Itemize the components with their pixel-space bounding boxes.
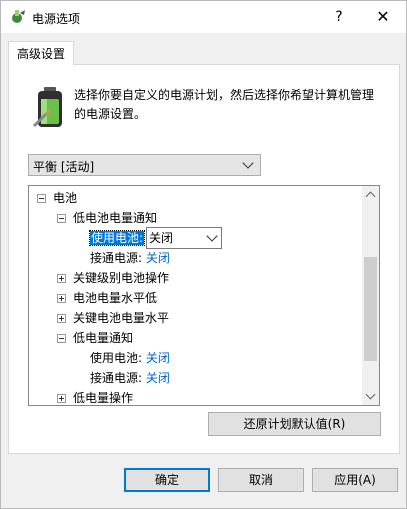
tab-advanced-settings[interactable]: 高级设置: [8, 41, 74, 66]
scroll-up-button[interactable]: [362, 186, 379, 203]
collapse-icon[interactable]: [57, 334, 66, 343]
window-title: 电源选项: [32, 12, 81, 26]
tree-label: 电池电量水平低: [73, 291, 158, 305]
tree-node-low-power-action[interactable]: 低电量操作: [57, 388, 134, 405]
tree-node-battery[interactable]: 电池: [37, 188, 77, 208]
on-battery-select[interactable]: 关闭: [146, 227, 222, 249]
expand-icon[interactable]: [57, 314, 66, 323]
tree-label: 低电池电量通知: [73, 211, 158, 225]
expand-icon[interactable]: [57, 394, 66, 403]
setting-value-link[interactable]: 关闭: [146, 371, 170, 385]
scroll-thumb[interactable]: [364, 257, 377, 361]
tree-label: 低电量通知: [73, 331, 134, 345]
close-button[interactable]: ✕: [361, 1, 405, 33]
setting-label: 接通电源:: [90, 371, 143, 385]
tree-label: 关键级别电池操作: [73, 271, 170, 285]
description-text: 选择你要自定义的电源计划，然后选择你希望计算机管理的电源设置。: [74, 88, 375, 121]
expand-icon[interactable]: [57, 294, 66, 303]
chevron-down-icon: [206, 230, 218, 242]
on-battery-select-value: 关闭: [149, 231, 174, 245]
help-button[interactable]: ?: [317, 1, 361, 33]
scroll-down-button[interactable]: [362, 388, 379, 405]
setting-value-link[interactable]: 关闭: [146, 351, 170, 365]
ok-button[interactable]: 确定: [124, 468, 210, 492]
battery-icon: [33, 87, 62, 127]
power-plan-select[interactable]: 平衡 [活动]: [28, 154, 261, 176]
tree-label: 电池: [53, 191, 78, 205]
tree-label: 关键电池电量水平: [73, 311, 170, 325]
tree-node-low-power-notification[interactable]: 低电量通知: [57, 328, 133, 348]
chevron-down-icon: [242, 157, 254, 169]
tree-node-critical-battery-level[interactable]: 关键电池电量水平: [57, 308, 169, 328]
cancel-button[interactable]: 取消: [218, 468, 304, 492]
advanced-settings-panel: 选择你要自定义的电源计划，然后选择你希望计算机管理的电源设置。 平衡 [活动] …: [8, 64, 400, 454]
tree-label: 低电量操作: [73, 391, 134, 405]
tree-setting-plugged-in-2[interactable]: 接通电源: 关闭: [90, 368, 170, 388]
power-plan-value: 平衡 [活动]: [33, 160, 95, 174]
setting-label: 使用电池:: [90, 351, 143, 365]
title-bar: 电源选项 ? ✕: [1, 1, 406, 33]
setting-label-selected: 使用电池:: [88, 230, 146, 246]
collapse-icon[interactable]: [37, 194, 46, 203]
tree-node-low-battery-notification[interactable]: 低电池电量通知: [57, 208, 157, 228]
expand-icon[interactable]: [57, 274, 66, 283]
apply-button[interactable]: 应用(A): [312, 468, 398, 492]
chevron-up-icon: [365, 191, 376, 202]
power-options-icon: [12, 10, 25, 23]
chevron-down-icon: [365, 389, 376, 400]
tree-setting-on-battery-2[interactable]: 使用电池: 关闭: [90, 348, 170, 368]
setting-value-link[interactable]: 关闭: [146, 251, 170, 265]
tree-node-low-battery-level[interactable]: 电池电量水平低: [57, 288, 157, 308]
restore-defaults-button[interactable]: 还原计划默认值(R): [208, 412, 381, 436]
collapse-icon[interactable]: [57, 214, 66, 223]
setting-label: 接通电源:: [90, 251, 143, 265]
power-options-dialog: 电源选项 ? ✕ 高级设置 选择你要自定义的电源计划，然后选择你希望计算机管理的…: [0, 0, 407, 509]
tree-setting-plugged-in[interactable]: 接通电源: 关闭: [90, 248, 170, 268]
settings-tree[interactable]: 电池 低电池电量通知 使用电池: 关闭 接通电源: 关闭 关键级别电池操作 电池…: [28, 185, 380, 406]
tree-setting-on-battery[interactable]: 使用电池: 关闭: [88, 227, 290, 249]
tree-scrollbar[interactable]: [362, 186, 379, 405]
tree-node-critical-battery-action[interactable]: 关键级别电池操作: [57, 268, 169, 288]
